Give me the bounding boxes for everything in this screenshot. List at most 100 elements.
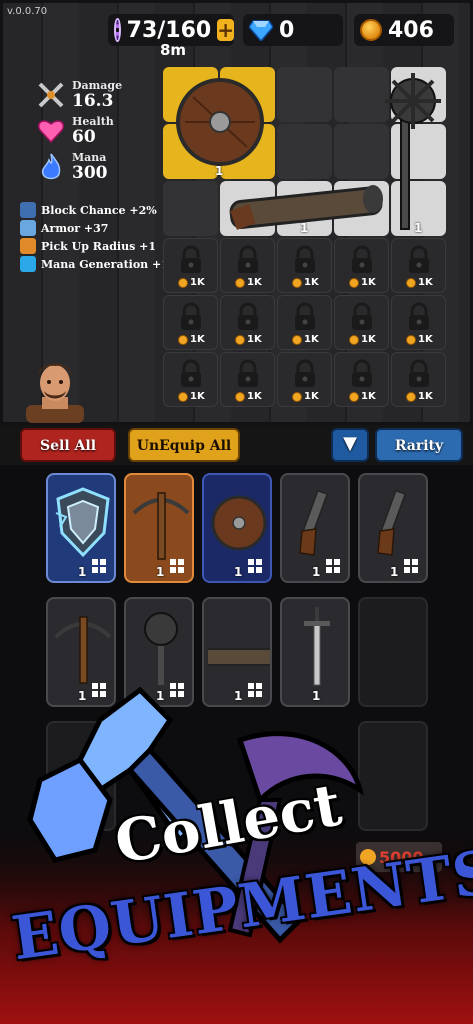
locked-slot[interactable]: 1K xyxy=(334,352,389,407)
locked-slot[interactable]: 1K xyxy=(391,238,446,293)
mace-icon xyxy=(144,612,178,685)
unlock-cost-value: 1K xyxy=(361,277,376,288)
inventory-item-crossbow[interactable]: 1 xyxy=(124,473,194,583)
unlock-cost: 1K xyxy=(178,334,205,345)
pistol-icon xyxy=(299,489,329,556)
padlock-icon xyxy=(181,245,201,273)
coin-icon xyxy=(360,19,382,41)
pistol-icon xyxy=(377,489,407,556)
coins-value: 406 xyxy=(388,17,434,43)
item-qty: 1 xyxy=(312,565,321,579)
locked-slot[interactable]: 1K xyxy=(163,238,218,293)
merge-dots-icon xyxy=(248,559,262,573)
grid-slot[interactable] xyxy=(391,67,446,122)
bonus-mana-generation: Mana Generation +1 xyxy=(20,256,169,272)
padlock-icon xyxy=(181,359,201,387)
inventory-item-lightning-shield[interactable]: 1 xyxy=(46,473,116,583)
unlock-cost-value: 1K xyxy=(304,334,319,345)
inventory-item-round-shield[interactable]: 1 xyxy=(202,473,272,583)
locked-slot[interactable]: 1K xyxy=(277,238,332,293)
padlock-icon xyxy=(409,302,429,330)
padlock-icon xyxy=(238,359,258,387)
locked-slot[interactable]: 1K xyxy=(163,295,218,350)
merge-dots-icon xyxy=(170,559,184,573)
bonus-armor: Armor +37 xyxy=(20,220,108,236)
padlock-icon xyxy=(295,245,315,273)
sword-icon xyxy=(304,607,330,686)
gems-counter[interactable]: 0 xyxy=(243,14,343,46)
unlock-cost: 1K xyxy=(406,277,433,288)
locked-slot[interactable]: 1K xyxy=(391,352,446,407)
unlock-cost: 1K xyxy=(406,334,433,345)
rarity-sort-button[interactable]: Rarity xyxy=(375,428,463,462)
unlock-cost: 1K xyxy=(235,334,262,345)
inventory-item-pistol[interactable]: 1 xyxy=(358,473,428,583)
bonus-text: Armor +37 xyxy=(41,221,109,235)
unlock-cost-value: 1K xyxy=(361,334,376,345)
coin-icon xyxy=(292,334,302,345)
locked-slot[interactable]: 1K xyxy=(220,238,275,293)
coin-icon xyxy=(235,391,245,402)
locked-slot[interactable]: 1K xyxy=(391,295,446,350)
coin-icon xyxy=(235,277,245,288)
grid-slot[interactable] xyxy=(220,67,275,122)
unlock-cost-value: 1K xyxy=(304,277,319,288)
sort-direction-button[interactable]: ▼ xyxy=(331,428,369,462)
grid-slot[interactable] xyxy=(220,181,275,236)
crossbow-icon xyxy=(54,616,112,684)
gem-icon xyxy=(248,19,274,43)
stat-mana: Mana 300 xyxy=(36,152,108,182)
unlock-cost-value: 1K xyxy=(247,277,262,288)
locked-slot[interactable]: 1K xyxy=(163,352,218,407)
grid-slot[interactable] xyxy=(163,181,218,236)
locked-slot[interactable]: 1K xyxy=(277,352,332,407)
coin-icon xyxy=(178,334,188,345)
locked-slot[interactable]: 1K xyxy=(220,295,275,350)
gems-value: 0 xyxy=(279,17,295,43)
inventory-item-pistol[interactable]: 1 xyxy=(280,473,350,583)
grid-slot[interactable] xyxy=(277,124,332,179)
merge-dots-icon xyxy=(404,559,418,573)
unlock-cost: 1K xyxy=(178,277,205,288)
item-qty: 1 xyxy=(390,565,399,579)
locked-slot[interactable]: 1K xyxy=(277,295,332,350)
armor-icon xyxy=(20,220,36,236)
coin-icon xyxy=(349,334,359,345)
bonus-block-chance: Block Chance +2% xyxy=(20,202,157,218)
item-qty: 1 xyxy=(234,565,243,579)
grid-slot[interactable] xyxy=(391,124,446,179)
bonus-text: Mana Generation +1 xyxy=(41,257,169,271)
mana-swirl-icon xyxy=(20,256,36,272)
coin-icon xyxy=(292,391,302,402)
item-qty: 1 xyxy=(78,565,87,579)
coins-counter[interactable]: 406 xyxy=(354,14,454,46)
locked-slot[interactable]: 1K xyxy=(220,352,275,407)
locked-slot[interactable]: 1K xyxy=(334,238,389,293)
unlock-cost: 1K xyxy=(349,391,376,402)
unequip-all-button[interactable]: UnEquip All xyxy=(128,428,240,462)
unlock-cost: 1K xyxy=(349,334,376,345)
grid-slot[interactable] xyxy=(334,124,389,179)
energy-value: 73/160 xyxy=(126,17,212,43)
grid-slot[interactable] xyxy=(277,67,332,122)
grid-slot[interactable] xyxy=(163,124,218,179)
sell-all-button[interactable]: Sell All xyxy=(20,428,116,462)
crossed-swords-icon xyxy=(36,80,66,110)
mana-flame-icon xyxy=(36,152,66,182)
unlock-cost-value: 1K xyxy=(418,277,433,288)
padlock-icon xyxy=(181,302,201,330)
coin-icon xyxy=(349,277,359,288)
coin-icon xyxy=(178,277,188,288)
merge-dots-icon xyxy=(92,559,106,573)
stat-value: 60 xyxy=(72,127,96,147)
merge-dots-icon xyxy=(326,559,340,573)
grid-slot[interactable] xyxy=(334,181,389,236)
grid-slot[interactable] xyxy=(220,124,275,179)
unlock-cost: 1K xyxy=(292,277,319,288)
grid-slot[interactable] xyxy=(334,67,389,122)
add-energy-icon[interactable]: + xyxy=(217,19,234,41)
grid-slot[interactable] xyxy=(163,67,218,122)
unlock-cost-value: 1K xyxy=(418,391,433,402)
locked-slot[interactable]: 1K xyxy=(334,295,389,350)
unlock-cost: 1K xyxy=(178,391,205,402)
